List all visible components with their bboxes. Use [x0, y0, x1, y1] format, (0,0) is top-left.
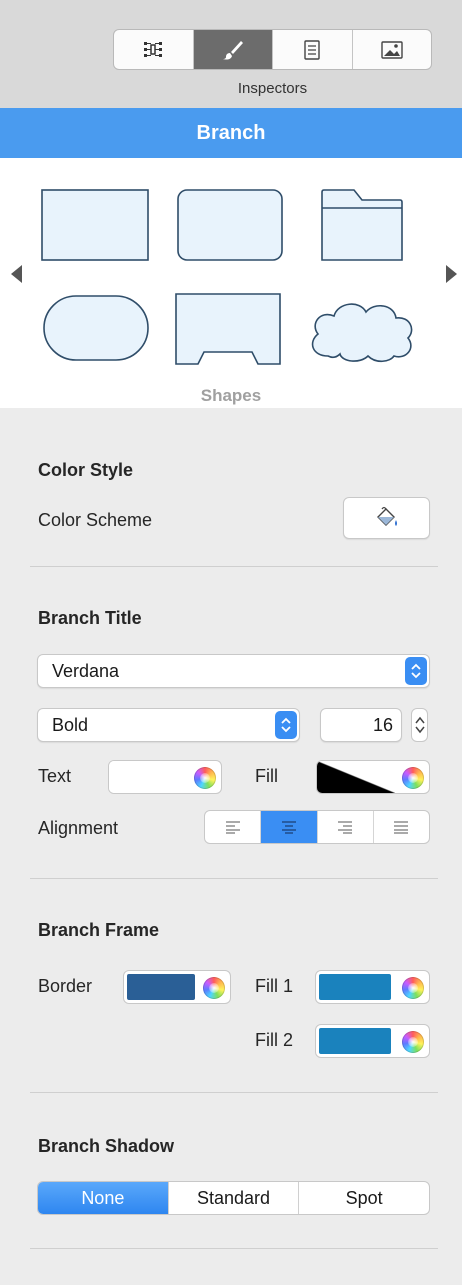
border-color-well[interactable]: [123, 970, 231, 1004]
align-right-button[interactable]: [318, 811, 374, 843]
paint-bucket-icon: [376, 506, 397, 526]
align-justify-button[interactable]: [374, 811, 429, 843]
font-family-popup[interactable]: Verdana: [37, 654, 430, 688]
font-style-value: Bold: [52, 714, 89, 735]
alignment-label: Alignment: [38, 818, 119, 838]
border-label: Border: [38, 976, 93, 996]
align-left-icon: [225, 821, 240, 834]
color-scheme-label: Color Scheme: [38, 510, 153, 530]
document-inspector-tab[interactable]: [273, 30, 353, 69]
outline-icon: [144, 41, 163, 57]
divider: [30, 1248, 438, 1249]
font-size-value: 16: [372, 714, 393, 735]
color-wheel-icon[interactable]: [194, 767, 216, 789]
align-center-button[interactable]: [261, 811, 318, 843]
popup-chevrons-icon: [405, 657, 427, 685]
brush-icon: [222, 40, 243, 60]
divider: [30, 566, 438, 567]
shadow-none-button[interactable]: None: [38, 1182, 169, 1214]
color-style-title: Color Style: [38, 460, 134, 480]
shape-pill[interactable]: [42, 294, 150, 362]
font-size-stepper[interactable]: [411, 708, 428, 742]
font-family-value: Verdana: [52, 660, 120, 681]
shapes-picker: Shapes: [0, 158, 462, 408]
color-wheel-icon[interactable]: [203, 977, 225, 999]
divider: [30, 1092, 438, 1093]
font-style-popup[interactable]: Bold: [37, 708, 300, 742]
fill1-label: Fill 1: [255, 976, 294, 996]
inspector-segmented-control: [113, 29, 432, 70]
color-wheel-icon[interactable]: [402, 767, 424, 789]
color-wheel-icon[interactable]: [402, 977, 424, 999]
fill2-color-swatch: [319, 1028, 391, 1054]
shape-rounded-rectangle[interactable]: [176, 188, 284, 262]
align-right-icon: [338, 821, 353, 834]
triangle-right-icon[interactable]: [444, 263, 460, 285]
shape-folder[interactable]: [320, 188, 404, 262]
fill2-label: Fill 2: [255, 1030, 294, 1050]
style-inspector-tab[interactable]: [193, 30, 273, 69]
shadow-segmented-control: None Standard Spot: [37, 1181, 430, 1215]
shadow-standard-button[interactable]: Standard: [169, 1182, 300, 1214]
fill1-color-swatch: [319, 974, 391, 1000]
popup-chevrons-icon: [275, 711, 297, 739]
align-justify-icon: [394, 821, 409, 834]
fill-color-well[interactable]: [316, 760, 430, 794]
inspectors-label: Inspectors: [237, 80, 308, 97]
outline-inspector-tab[interactable]: [114, 30, 194, 69]
section-header: Branch: [0, 108, 462, 158]
border-color-swatch: [127, 974, 195, 1000]
fill2-color-well[interactable]: [315, 1024, 430, 1058]
fill-color-swatch: [317, 761, 395, 793]
shapes-label: Shapes: [200, 386, 262, 405]
document-icon: [304, 39, 320, 60]
fill1-color-well[interactable]: [315, 970, 430, 1004]
image-icon: [381, 40, 403, 59]
inspector-toolbar: Inspectors: [0, 0, 462, 108]
image-inspector-tab[interactable]: [353, 30, 432, 69]
align-left-button[interactable]: [205, 811, 262, 843]
fill-color-label: Fill: [255, 766, 278, 786]
shape-cloud[interactable]: [306, 298, 418, 364]
branch-frame-title: Branch Frame: [38, 920, 160, 940]
branch-shadow-title: Branch Shadow: [38, 1136, 175, 1156]
color-scheme-button[interactable]: [343, 497, 430, 539]
style-inspector-panel: Color Style Color Scheme Branch Title Ve…: [0, 408, 462, 1285]
shape-rectangle[interactable]: [40, 188, 150, 262]
stepper-icon: [414, 716, 425, 734]
text-color-well[interactable]: [108, 760, 222, 794]
align-center-icon: [281, 821, 296, 834]
shape-tab-rectangle[interactable]: [174, 292, 282, 366]
branch-title-title: Branch Title: [38, 608, 142, 628]
shadow-spot-button[interactable]: Spot: [299, 1182, 429, 1214]
text-color-label: Text: [38, 766, 72, 786]
alignment-segmented-control: [204, 810, 430, 844]
divider: [30, 878, 438, 879]
text-color-swatch: [109, 761, 185, 793]
color-wheel-icon[interactable]: [402, 1031, 424, 1053]
triangle-left-icon[interactable]: [8, 263, 24, 285]
font-size-field[interactable]: 16: [320, 708, 402, 742]
